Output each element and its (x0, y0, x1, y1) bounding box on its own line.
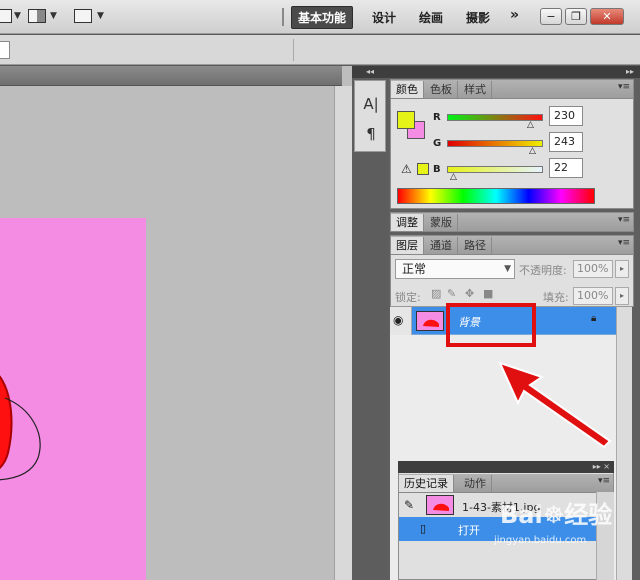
workspace-photography[interactable]: 摄影 (466, 9, 490, 26)
blue-slider[interactable] (447, 166, 543, 173)
history-state-icon: ▯ (420, 522, 427, 535)
gamut-color-swatch[interactable] (417, 163, 429, 175)
tab-history[interactable]: 历史记录 (399, 475, 454, 492)
tab-actions[interactable]: 动作 (459, 475, 492, 492)
chevron-down-icon[interactable]: ▼ (97, 11, 104, 21)
lock-all-icon[interactable]: ■ (483, 287, 493, 300)
panel-menu-icon[interactable]: ▾≡ (598, 476, 610, 486)
expand-arrows-icon[interactable]: ▸▸ (388, 66, 640, 78)
tab-paths[interactable]: 路径 (459, 237, 492, 254)
history-panel-tabs: 历史记录 动作 ▾≡ (399, 474, 613, 493)
lock-transparent-icon[interactable]: ▨ (431, 287, 441, 300)
tab-layers[interactable]: 图层 (391, 237, 424, 254)
history-collapse-bar[interactable]: ▸▸ × (398, 461, 614, 473)
annotation-highlight-box (446, 303, 536, 347)
fill-label: 填充: (543, 291, 569, 304)
lock-pixels-icon[interactable]: ✎ (447, 287, 456, 300)
workspace-essentials[interactable]: 基本功能 (291, 6, 354, 29)
channel-label-b: B (433, 164, 441, 175)
opacity-stepper[interactable]: ▸ (615, 260, 629, 278)
slider-thumb-icon[interactable]: △ (527, 120, 534, 130)
workspace-painting[interactable]: 绘画 (419, 9, 443, 26)
color-panel: 颜色 色板 样式 ▾≡ R △ 230 G △ 243 ⚠ B △ 22 (390, 79, 634, 209)
watermark-brand: Bai☸经验 (500, 495, 612, 530)
character-paragraph-panel-icons: A| ¶ (354, 80, 386, 152)
paragraph-panel-icon[interactable]: ¶ (355, 125, 387, 143)
layers-panel: 图层 通道 路径 ▾≡ 正常 ▼ 不透明度: 100% ▸ 锁定: ▨ ✎ ✥ … (390, 235, 634, 307)
layers-panel-tabs: 图层 通道 路径 ▾≡ (391, 236, 633, 255)
lock-label: 锁定: (395, 291, 421, 304)
snapshot-thumbnail (426, 495, 454, 515)
watermark-url: jingyan.baidu.com (494, 535, 587, 546)
annotation-arrow (498, 361, 612, 449)
panel-menu-icon[interactable]: ▾≡ (618, 215, 630, 225)
channel-label-g: G (433, 138, 442, 149)
close-button[interactable]: ✕ (590, 8, 624, 25)
vertical-scrollbar[interactable] (334, 86, 352, 580)
green-value-input[interactable]: 243 (549, 132, 583, 152)
canvas-drawing (0, 375, 41, 481)
foreground-color-swatch[interactable] (397, 111, 415, 129)
slider-thumb-icon[interactable]: △ (450, 172, 457, 182)
watermark-brand-text: Bai (500, 501, 543, 529)
options-bar (0, 35, 640, 65)
tab-swatches[interactable]: 色板 (425, 81, 458, 98)
red-value-input[interactable]: 230 (549, 106, 583, 126)
gamut-warning-icon[interactable]: ⚠ (401, 162, 412, 176)
layer-thumbnail-art (423, 319, 439, 327)
fill-stepper[interactable]: ▸ (615, 287, 629, 305)
opacity-input[interactable]: 100% (573, 260, 613, 278)
application-bar: ▼ ▼ ▼ 基本功能 设计 绘画 摄影 » − ❐ ✕ (0, 0, 640, 34)
tab-styles[interactable]: 样式 (459, 81, 492, 98)
restore-button[interactable]: ❐ (565, 8, 587, 25)
more-workspaces-button[interactable]: » (510, 7, 519, 23)
panel-menu-icon[interactable]: ▾≡ (618, 82, 630, 92)
document-tab-bar[interactable] (0, 66, 342, 86)
separator (293, 39, 294, 61)
tab-channels[interactable]: 通道 (425, 237, 458, 254)
adjustments-panel: 调整 蒙版 ▾≡ (390, 212, 634, 232)
canvas-image[interactable] (0, 218, 146, 580)
watermark-brand-suffix: 经验 (564, 501, 613, 529)
chevron-down-icon[interactable]: ▼ (14, 11, 21, 21)
layout-icon[interactable] (28, 9, 46, 23)
panel-menu-icon[interactable]: ▾≡ (618, 238, 630, 248)
lock-icon: 🔒︎ (591, 313, 597, 324)
eye-icon: ◉ (393, 313, 404, 327)
blue-value-input[interactable]: 22 (549, 158, 583, 178)
history-state-label[interactable]: 打开 (458, 522, 480, 538)
collapse-arrows-icon[interactable]: ◂◂ (352, 66, 388, 78)
watermark-paw-icon: ☸ (542, 501, 565, 529)
blend-mode-select[interactable]: 正常 ▼ (395, 259, 515, 279)
option-field[interactable] (0, 41, 10, 59)
arrange-documents-icon[interactable] (0, 9, 12, 23)
chevron-down-icon[interactable]: ▼ (50, 11, 57, 21)
color-spectrum-bar[interactable] (397, 188, 595, 204)
separator (282, 8, 284, 26)
minimize-button[interactable]: − (540, 8, 562, 25)
watermark: Bai☸经验 jingyan.baidu.com (490, 495, 640, 555)
tab-color[interactable]: 颜色 (391, 81, 424, 98)
layer-thumbnail (416, 311, 444, 331)
channel-label-r: R (433, 112, 441, 123)
fill-input[interactable]: 100% (573, 287, 613, 305)
opacity-label: 不透明度: (519, 264, 567, 277)
tab-adjustments[interactable]: 调整 (391, 214, 424, 231)
history-brush-source-icon[interactable]: ✎ (404, 498, 414, 512)
blend-mode-value: 正常 (402, 262, 427, 276)
chevron-down-icon: ▼ (504, 264, 511, 274)
screen-mode-icon[interactable] (74, 9, 92, 23)
workspace-design[interactable]: 设计 (372, 9, 396, 26)
adjustments-panel-tabs: 调整 蒙版 ▾≡ (391, 213, 633, 232)
lock-position-icon[interactable]: ✥ (465, 287, 474, 300)
character-panel-icon[interactable]: A| (355, 95, 387, 113)
color-panel-tabs: 颜色 色板 样式 ▾≡ (391, 80, 633, 99)
slider-thumb-icon[interactable]: △ (529, 146, 536, 156)
snapshot-thumbnail-art (433, 503, 449, 511)
visibility-toggle[interactable]: ◉ (390, 307, 412, 335)
tab-masks[interactable]: 蒙版 (425, 214, 458, 231)
